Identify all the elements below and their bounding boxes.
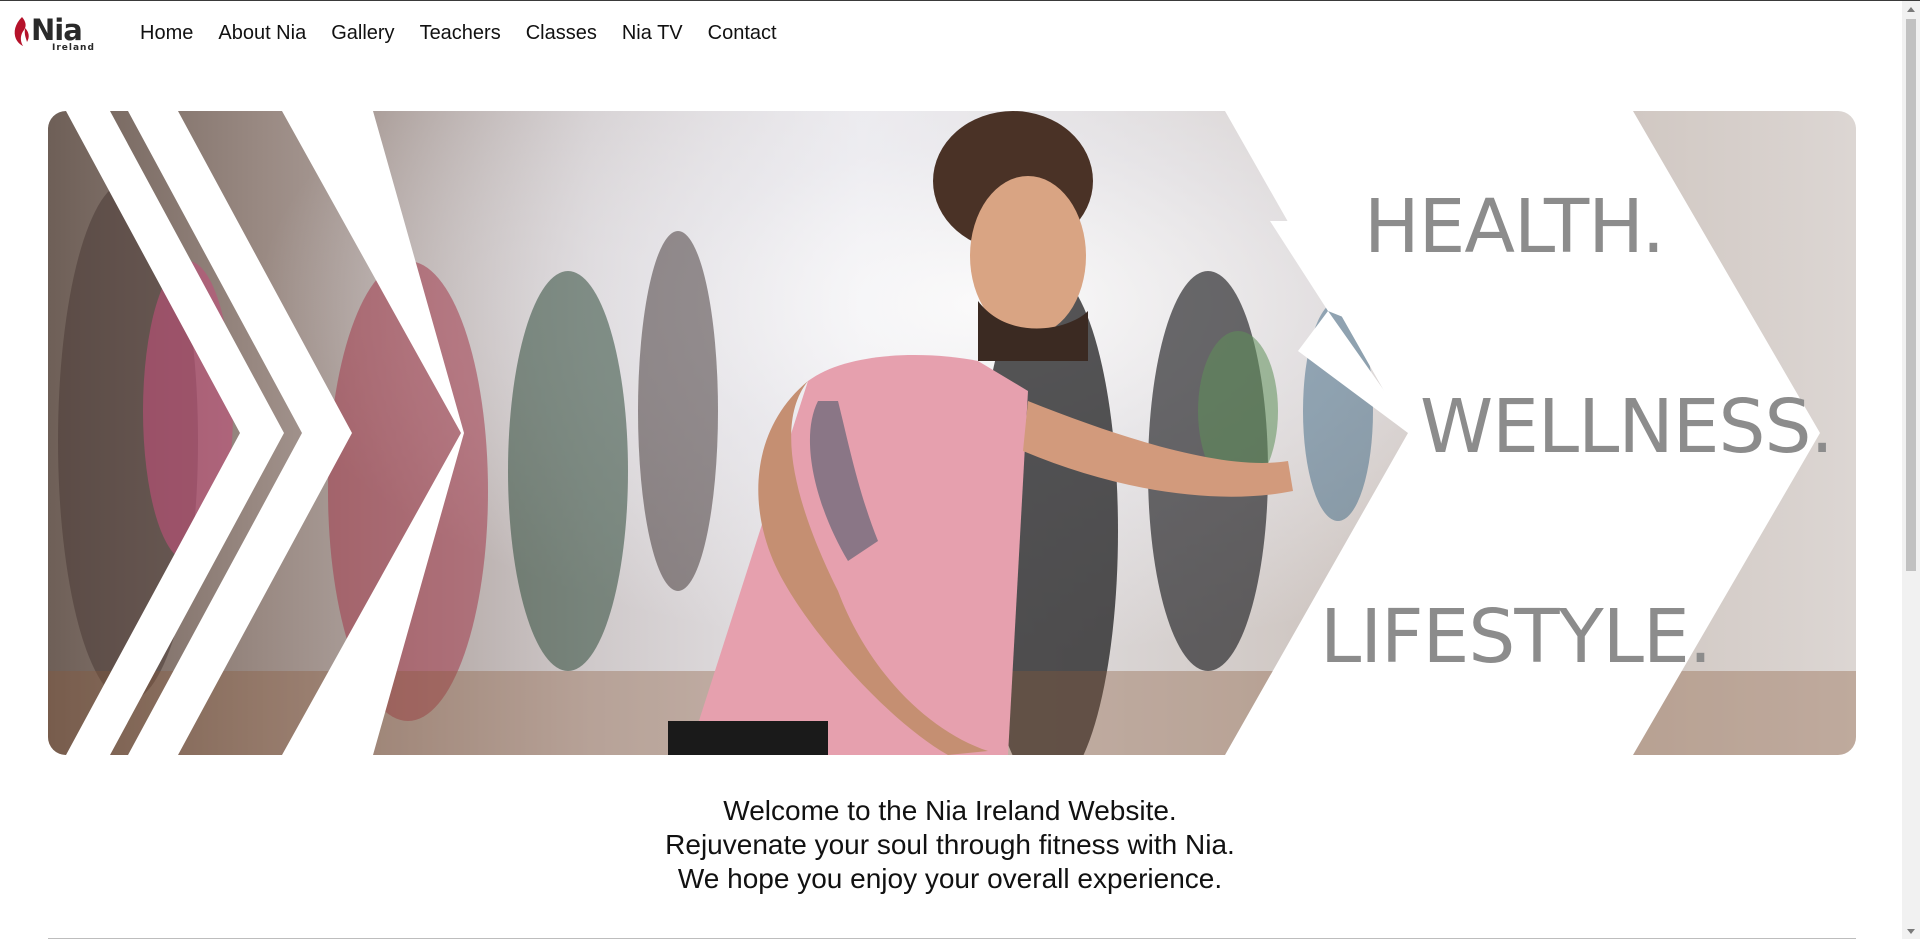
nav-item-gallery[interactable]: Gallery xyxy=(331,21,394,45)
scroll-up-arrow-icon[interactable] xyxy=(1907,7,1915,12)
page: Nia Ireland Home About Nia Gallery Teach… xyxy=(0,0,1920,939)
nav-item-teachers[interactable]: Teachers xyxy=(420,21,501,45)
welcome-line-2: Rejuvenate your soul through fitness wit… xyxy=(665,829,1235,860)
tagline-wellness: WELLNESS. xyxy=(1420,384,1834,470)
welcome-line-3: We hope you enjoy your overall experienc… xyxy=(677,863,1223,894)
logo-subtitle: Ireland xyxy=(52,43,95,53)
nav-item-home[interactable]: Home xyxy=(140,21,193,45)
nav-item-contact[interactable]: Contact xyxy=(708,21,777,45)
main-nav: Home About Nia Gallery Teachers Classes … xyxy=(140,21,802,45)
site-header: Nia Ireland Home About Nia Gallery Teach… xyxy=(0,1,1900,63)
vertical-scrollbar[interactable] xyxy=(1902,1,1920,939)
tagline-lifestyle: LIFESTYLE. xyxy=(1320,594,1712,680)
scrollbar-thumb[interactable] xyxy=(1906,19,1916,571)
hero-banner: HEALTH. WELLNESS. LIFESTYLE. xyxy=(48,111,1856,755)
tagline-health: HEALTH. xyxy=(1364,184,1665,270)
welcome-message: Welcome to the Nia Ireland Website. Reju… xyxy=(0,794,1900,896)
scroll-down-arrow-icon[interactable] xyxy=(1907,929,1915,934)
nav-item-classes[interactable]: Classes xyxy=(526,21,597,45)
logo-wordmark: Nia xyxy=(31,13,83,47)
nav-item-about-nia[interactable]: About Nia xyxy=(218,21,306,45)
nia-ireland-logo[interactable]: Nia Ireland xyxy=(12,13,94,54)
welcome-line-1: Welcome to the Nia Ireland Website. xyxy=(723,795,1177,826)
nav-item-nia-tv[interactable]: Nia TV xyxy=(622,21,683,45)
flame-leaf-icon xyxy=(14,17,29,46)
